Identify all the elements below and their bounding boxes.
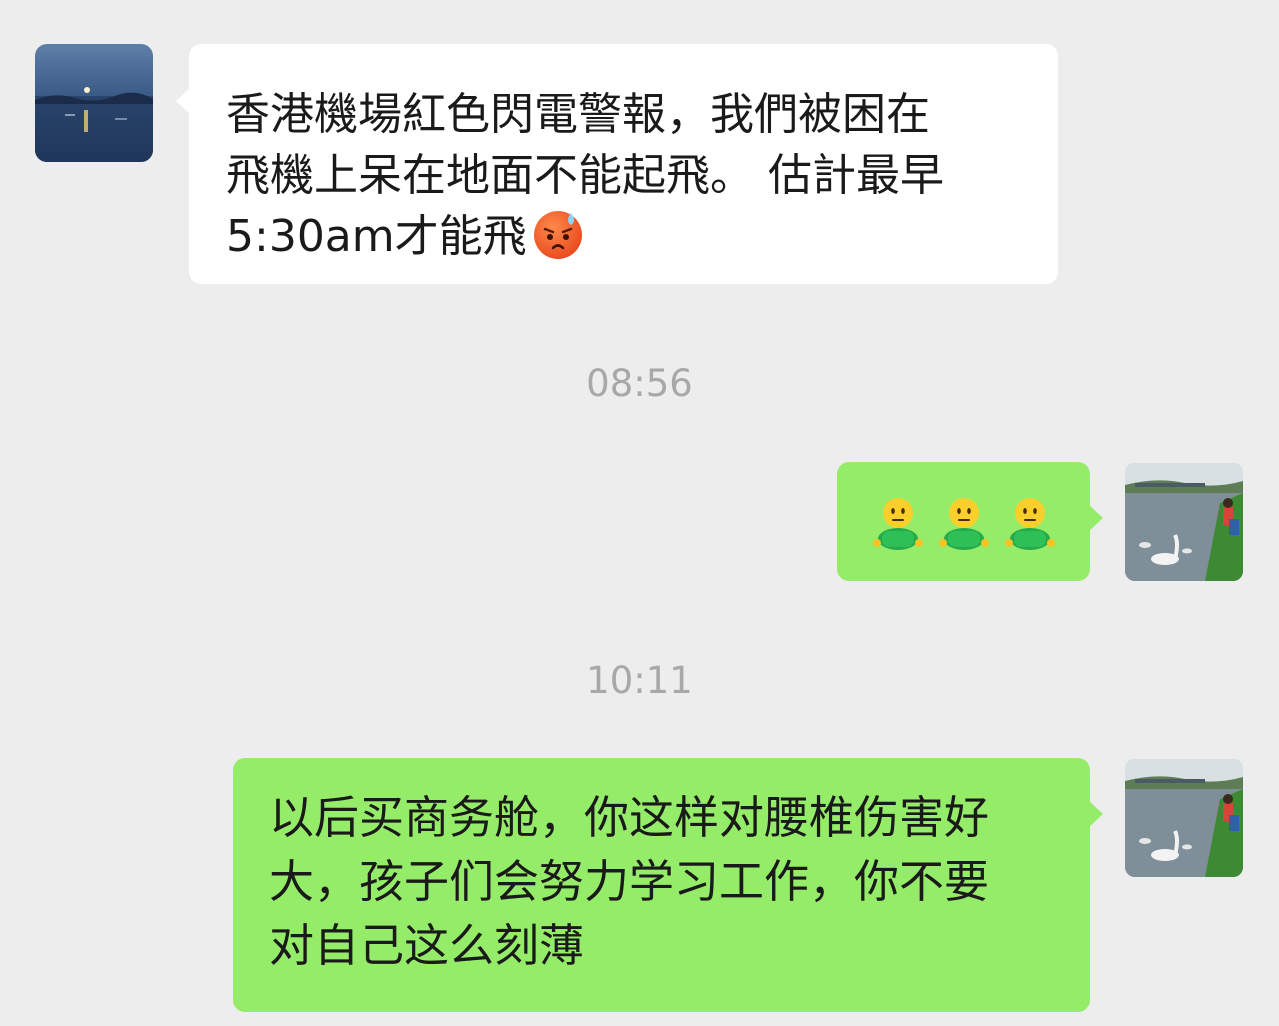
person-icon bbox=[872, 497, 923, 550]
person-icon bbox=[938, 497, 989, 550]
lake-swans-avatar-image bbox=[1125, 759, 1243, 877]
bubble-tail bbox=[1089, 801, 1103, 827]
outgoing-message-bubble[interactable]: 以后买商务舱，你这样对腰椎伤害好 大，孩子们会努力学习工作，你不要 对自己这么刻… bbox=[233, 758, 1103, 1012]
own-avatar[interactable] bbox=[1125, 463, 1243, 581]
timestamp: 08:56 bbox=[586, 362, 693, 405]
message-text-line: 大，孩子们会努力学习工作，你不要 bbox=[269, 855, 990, 908]
anxious-sweat-face-icon bbox=[533, 211, 582, 259]
lake-swans-avatar-image bbox=[1125, 463, 1243, 581]
own-avatar[interactable] bbox=[1125, 759, 1243, 877]
bubble-tail bbox=[1089, 505, 1103, 531]
outgoing-message-bubble[interactable] bbox=[837, 462, 1103, 581]
message-text-line: 对自己这么刻薄 bbox=[269, 919, 585, 972]
message-text-line: 香港機場紅色閃電警報，我們被困在 bbox=[226, 89, 930, 140]
timestamp: 10:11 bbox=[586, 659, 693, 702]
lake-moon-avatar-image bbox=[35, 44, 153, 162]
message-text-line: 5:30am才能飛 bbox=[226, 206, 1058, 267]
emoji-row bbox=[837, 462, 1090, 581]
message-text-line: 以后买商务舱，你这样对腰椎伤害好 bbox=[269, 791, 990, 844]
incoming-message-bubble[interactable]: 香港機場紅色閃電警報，我們被困在 飛機上呆在地面不能起飛。 估計最早 5:30a… bbox=[176, 44, 1058, 284]
message-text: 5:30am才能飛 bbox=[226, 211, 527, 262]
message-text-line: 飛機上呆在地面不能起飛。 估計最早 bbox=[226, 150, 944, 201]
contact-avatar[interactable] bbox=[35, 44, 153, 162]
person-icon bbox=[1004, 497, 1055, 550]
bubble-tail bbox=[176, 88, 190, 114]
